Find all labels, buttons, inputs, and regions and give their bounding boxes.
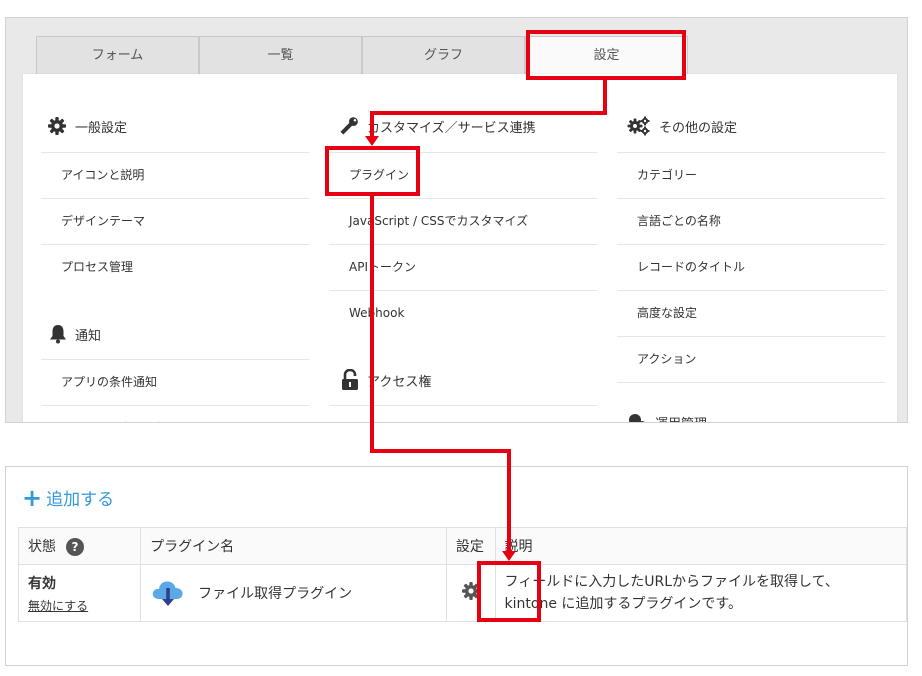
plugin-description-cell: フィールドに入力したURLからファイルを取得して、 kintone に追加するプ… — [494, 564, 907, 622]
section-access-title: アクセス権 — [367, 374, 432, 390]
section-access: アクセス権 — [341, 369, 431, 391]
highlight-settings-tab — [526, 30, 686, 80]
col-plugin-name: プラグイン名 — [140, 527, 447, 565]
section-general-title: 一般設定 — [75, 120, 128, 136]
menu-app-condition-notify[interactable]: アプリの条件通知 — [41, 359, 309, 405]
annotation-line — [370, 111, 374, 137]
disable-plugin-link[interactable]: 無効にする — [28, 599, 88, 613]
help-icon[interactable]: ? — [66, 538, 84, 556]
menu-record-condition-notify[interactable]: レコードの条件通知 — [41, 405, 309, 422]
menu-category[interactable]: カテゴリー — [617, 152, 885, 198]
menu-icon-description[interactable]: アイコンと説明 — [41, 152, 309, 198]
section-general-settings: 一般設定 — [47, 116, 127, 136]
highlight-plugin-menu — [325, 146, 420, 196]
menu-advanced-settings[interactable]: 高度な設定 — [617, 290, 885, 336]
section-customize: カスタマイズ／サービス連携 — [339, 116, 536, 136]
gear-icon — [48, 117, 66, 135]
section-customize-title: カスタマイズ／サービス連携 — [367, 120, 536, 136]
section-other-title: その他の設定 — [659, 120, 738, 136]
plugin-table: 状態? プラグイン名 設定 説明 有効 無効にする ファイル取得プラグイン フィ… — [17, 527, 907, 622]
settings-menu-card: 一般設定 アイコンと説明 デザインテーマ プロセス管理 通知 アプリの条件通知 … — [23, 74, 897, 423]
annotation-arrowhead — [365, 136, 379, 146]
add-plugin-label: 追加する — [46, 490, 115, 510]
section-operations: 運用管理 — [627, 412, 707, 423]
plugin-name: ファイル取得プラグイン — [198, 586, 353, 602]
col-description: 説明 — [494, 527, 907, 565]
section-notifications: 通知 — [49, 324, 101, 344]
plugin-description-line2: kintone に追加するプラグインです。 — [504, 596, 743, 612]
plugin-table-header: 状態? プラグイン名 設定 説明 — [17, 527, 907, 565]
plugin-status: 有効 — [28, 575, 56, 592]
section-operations-title: 運用管理 — [655, 413, 707, 423]
menu-design-theme[interactable]: デザインテーマ — [41, 198, 309, 244]
menu-process-management[interactable]: プロセス管理 — [41, 244, 309, 290]
plugin-list-panel: + 追加する 状態? プラグイン名 設定 説明 有効 無効にする ファイル取得プ… — [5, 466, 908, 666]
tab-graph[interactable]: グラフ — [362, 36, 525, 74]
lock-icon — [342, 369, 358, 390]
table-row: 有効 無効にする ファイル取得プラグイン フィールドに入力したURLからファイル… — [17, 564, 907, 622]
col-settings: 設定 — [445, 527, 496, 565]
col-status-label: 状態 — [28, 539, 56, 555]
annotation-line — [370, 196, 374, 453]
annotation-line — [603, 80, 607, 114]
tab-form[interactable]: フォーム — [36, 36, 199, 74]
gears-icon — [627, 116, 650, 136]
add-plugin-link[interactable]: + 追加する — [22, 483, 115, 512]
bell-icon — [50, 325, 66, 344]
col-status: 状態? — [17, 527, 142, 565]
plugin-status-cell: 有効 無効にする — [17, 564, 142, 622]
tab-list[interactable]: 一覧 — [199, 36, 362, 74]
menu-language-names[interactable]: 言語ごとの名称 — [617, 198, 885, 244]
wrench-icon — [340, 117, 358, 135]
annotation-line — [507, 449, 511, 552]
plus-icon: + — [22, 483, 43, 512]
menu-action[interactable]: アクション — [617, 336, 885, 382]
annotation-arrowhead — [502, 551, 516, 561]
section-notifications-title: 通知 — [75, 328, 102, 344]
plugin-name-cell: ファイル取得プラグイン — [140, 564, 447, 622]
annotation-line — [370, 111, 607, 115]
annotation-line — [370, 449, 511, 453]
highlight-plugin-settings-button — [477, 561, 541, 622]
section-other-settings: その他の設定 — [627, 116, 737, 136]
operations-icon — [629, 414, 645, 422]
plugin-description-line1: フィールドに入力したURLからファイルを取得して、 — [504, 574, 839, 590]
menu-divider — [617, 382, 885, 383]
app-settings-panel: フォーム 一覧 グラフ 設定 一般設定 アイコンと説明 デザインテーマ プロセス… — [5, 17, 908, 423]
menu-record-title[interactable]: レコードのタイトル — [617, 244, 885, 290]
cloud-download-icon — [152, 581, 183, 606]
